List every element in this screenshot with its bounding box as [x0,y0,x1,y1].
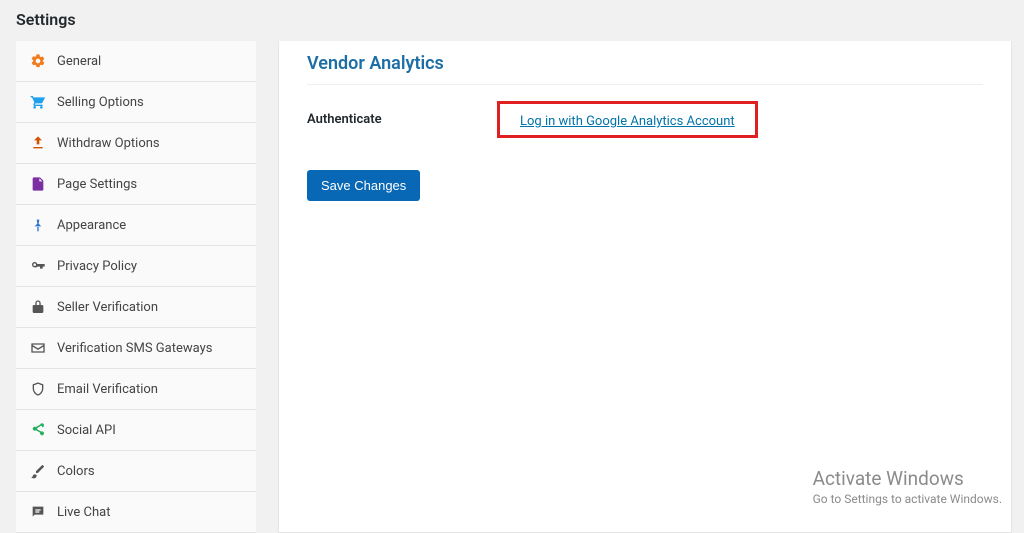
sidebar-item-label: Appearance [57,218,126,233]
lock-icon [30,299,46,315]
sidebar-item-page-settings[interactable]: Page Settings [16,164,256,205]
sidebar-item-label: Colors [57,464,95,479]
sidebar-item-label: Verification SMS Gateways [57,341,212,356]
chat-icon [30,504,46,520]
gear-icon [30,53,46,69]
envelope-icon [30,340,46,356]
sidebar-item-verification-sms-gateways[interactable]: Verification SMS Gateways [16,328,256,369]
sidebar-item-label: Page Settings [57,177,137,192]
sidebar-item-general[interactable]: General [16,41,256,82]
section-title: Vendor Analytics [307,53,983,85]
layout: General Selling Options Withdraw Options… [0,41,1024,533]
main-panel: Vendor Analytics Authenticate Log in wit… [278,41,1012,533]
sidebar-item-selling-options[interactable]: Selling Options [16,82,256,123]
sidebar-item-withdraw-options[interactable]: Withdraw Options [16,123,256,164]
sidebar-item-label: Live Chat [57,505,110,520]
save-button[interactable]: Save Changes [307,170,420,201]
sidebar-item-live-chat[interactable]: Live Chat [16,492,256,533]
sidebar-item-label: Withdraw Options [57,136,160,151]
sidebar-item-label: Seller Verification [57,300,158,315]
authenticate-label: Authenticate [307,112,477,127]
brush-icon [30,463,46,479]
google-analytics-login-link[interactable]: Log in with Google Analytics Account [520,114,735,129]
page-icon [30,176,46,192]
sidebar-item-social-api[interactable]: Social API [16,410,256,451]
thumbtack-icon [30,217,46,233]
sidebar-item-label: Selling Options [57,95,144,110]
sidebar: General Selling Options Withdraw Options… [16,41,256,533]
sidebar-item-label: Email Verification [57,382,158,397]
shield-icon [30,381,46,397]
share-icon [30,422,46,438]
sidebar-item-seller-verification[interactable]: Seller Verification [16,287,256,328]
sidebar-item-label: Social API [57,423,116,438]
upload-icon [30,135,46,151]
sidebar-item-appearance[interactable]: Appearance [16,205,256,246]
key-icon [30,258,46,274]
sidebar-item-privacy-policy[interactable]: Privacy Policy [16,246,256,287]
highlight-box: Log in with Google Analytics Account [497,101,758,138]
cart-icon [30,94,46,110]
authenticate-row: Authenticate Log in with Google Analytic… [307,101,983,138]
sidebar-item-label: General [57,54,101,69]
sidebar-item-email-verification[interactable]: Email Verification [16,369,256,410]
page-title: Settings [0,0,1024,41]
sidebar-item-label: Privacy Policy [57,259,137,274]
sidebar-item-colors[interactable]: Colors [16,451,256,492]
